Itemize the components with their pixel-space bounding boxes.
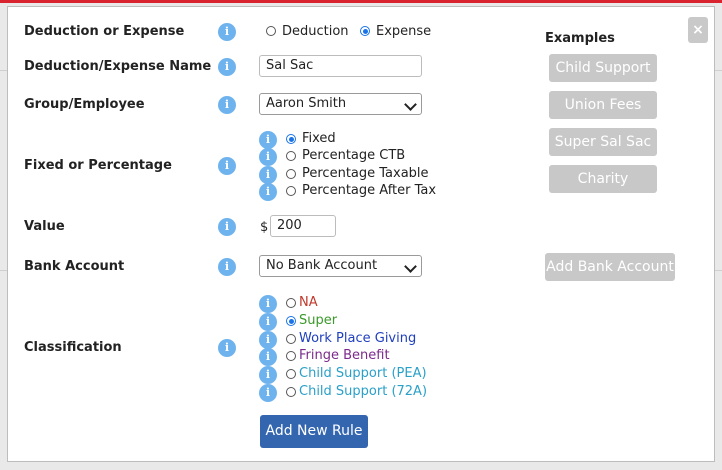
radio-classification-child-support-72a[interactable]	[286, 387, 296, 397]
classification-fringe-benefit-label: Fringe Benefit	[299, 348, 390, 363]
top-accent-line	[0, 0, 722, 3]
name-label: Deduction/Expense Name	[24, 59, 212, 74]
info-icon[interactable]: i	[259, 131, 277, 149]
example-child-support-button[interactable]: Child Support	[549, 54, 657, 82]
radio-percentage-after-tax-label: Percentage After Tax	[302, 183, 437, 198]
info-icon[interactable]: i	[218, 218, 236, 236]
chevron-down-icon	[404, 260, 417, 273]
radio-fixed[interactable]	[286, 134, 296, 144]
info-icon[interactable]: i	[259, 331, 277, 349]
info-icon[interactable]: i	[259, 295, 277, 313]
info-icon[interactable]: i	[259, 166, 277, 184]
radio-classification-fringe-benefit[interactable]	[286, 351, 296, 361]
info-icon[interactable]: i	[218, 23, 236, 41]
radio-fixed-label: Fixed	[302, 131, 336, 146]
radio-classification-super[interactable]	[286, 316, 296, 326]
examples-title: Examples	[545, 31, 615, 46]
group-select[interactable]: Aaron Smith	[259, 93, 422, 115]
group-select-value: Aaron Smith	[266, 96, 347, 111]
currency-symbol: $	[260, 220, 269, 235]
info-icon[interactable]: i	[259, 384, 277, 402]
info-icon[interactable]: i	[218, 258, 236, 276]
example-union-fees-button[interactable]: Union Fees	[549, 91, 657, 119]
radio-classification-child-support-pea[interactable]	[286, 369, 296, 379]
classification-child-support-pea-label: Child Support (PEA)	[299, 366, 427, 381]
close-icon[interactable]: ×	[688, 17, 708, 43]
classification-child-support-72a-label: Child Support (72A)	[299, 384, 428, 399]
group-label: Group/Employee	[24, 97, 145, 112]
classification-na-label: NA	[299, 295, 318, 310]
classification-label: Classification	[24, 340, 122, 355]
type-label: Deduction or Expense	[24, 24, 185, 39]
info-icon[interactable]: i	[218, 157, 236, 175]
radio-percentage-taxable[interactable]	[286, 169, 296, 179]
chevron-down-icon	[404, 98, 417, 111]
info-icon[interactable]: i	[218, 58, 236, 76]
radio-classification-work-place-giving[interactable]	[286, 334, 296, 344]
bank-select[interactable]: No Bank Account	[259, 255, 422, 277]
classification-work-place-giving-label: Work Place Giving	[299, 331, 417, 346]
info-icon[interactable]: i	[259, 313, 277, 331]
info-icon[interactable]: i	[259, 183, 277, 201]
info-icon[interactable]: i	[259, 148, 277, 166]
value-label: Value	[24, 219, 65, 234]
radio-percentage-after-tax[interactable]	[286, 186, 296, 196]
radio-deduction-label: Deduction	[282, 24, 349, 39]
value-input[interactable]: 200	[270, 215, 336, 237]
info-icon[interactable]: i	[259, 348, 277, 366]
radio-expense[interactable]	[360, 26, 370, 36]
name-input[interactable]: Sal Sac	[259, 55, 422, 77]
fixed-label: Fixed or Percentage	[24, 158, 172, 173]
radio-percentage-ctb-label: Percentage CTB	[302, 148, 406, 163]
radio-deduction[interactable]	[266, 26, 276, 36]
bank-label: Bank Account	[24, 259, 125, 274]
classification-super-label: Super	[299, 313, 338, 328]
bank-select-value: No Bank Account	[266, 258, 378, 273]
info-icon[interactable]: i	[218, 339, 236, 357]
info-icon[interactable]: i	[218, 96, 236, 114]
radio-classification-na[interactable]	[286, 298, 296, 308]
radio-expense-label: Expense	[376, 24, 432, 39]
radio-percentage-taxable-label: Percentage Taxable	[302, 166, 429, 181]
add-bank-account-button[interactable]: Add Bank Account	[545, 253, 675, 281]
add-new-rule-button[interactable]: Add New Rule	[260, 415, 368, 448]
info-icon[interactable]: i	[259, 366, 277, 384]
deduction-dialog: × Deduction or Expense i Deduction Expen…	[7, 6, 715, 462]
example-charity-button[interactable]: Charity	[549, 165, 657, 193]
radio-percentage-ctb[interactable]	[286, 151, 296, 161]
example-super-sal-sac-button[interactable]: Super Sal Sac	[549, 128, 657, 156]
